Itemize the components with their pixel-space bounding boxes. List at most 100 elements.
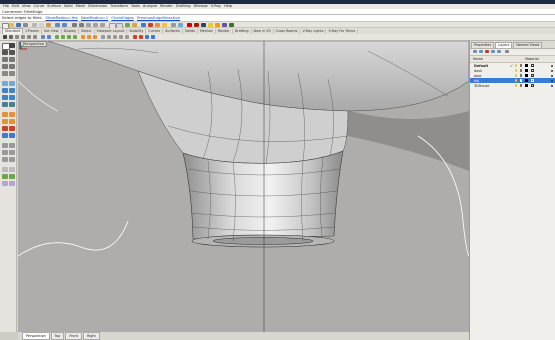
fillet-curve-icon[interactable]	[41, 35, 45, 39]
boolean-union-icon[interactable]	[81, 35, 85, 39]
polygon-tool-icon[interactable]	[9, 71, 15, 76]
move-up-icon[interactable]	[491, 50, 495, 53]
layer-color-swatch[interactable]	[525, 84, 528, 87]
layer-color-swatch[interactable]	[525, 64, 528, 67]
material-swatch[interactable]	[531, 79, 534, 82]
print-icon[interactable]	[23, 23, 28, 27]
vray-render-icon[interactable]	[187, 23, 192, 27]
sphere-tool-icon[interactable]	[9, 88, 15, 93]
analyze-tool-icon[interactable]	[2, 174, 8, 179]
offset-icon[interactable]	[47, 35, 51, 39]
explode-tool-icon[interactable]	[9, 133, 15, 138]
arc-icon[interactable]	[27, 35, 31, 39]
vray-material-icon[interactable]	[222, 23, 227, 27]
vray-lights-icon[interactable]	[208, 23, 213, 27]
properties-icon[interactable]	[132, 23, 137, 27]
visibility-bulb-icon[interactable]	[515, 64, 517, 67]
cylinder-tool-icon[interactable]	[2, 95, 8, 100]
option-previous-edge-selection[interactable]: PreviousEdgeSelection	[137, 15, 180, 20]
rotate-view-icon[interactable]	[79, 23, 84, 27]
ellipse-tool-icon[interactable]	[9, 64, 15, 69]
pan-icon[interactable]	[72, 23, 77, 27]
revolve-icon[interactable]	[67, 35, 71, 39]
fillet-edge-icon[interactable]	[93, 35, 97, 39]
point-tool-icon[interactable]	[9, 43, 15, 48]
column-material[interactable]: Material	[525, 56, 539, 62]
option-show-radius[interactable]: ShowRadius=Yes	[45, 15, 77, 20]
panel-tab-layers[interactable]: Layers	[495, 42, 513, 48]
material-swatch[interactable]	[531, 69, 534, 72]
boolean-tool-icon[interactable]	[9, 119, 15, 124]
polyline-tool-icon[interactable]	[9, 50, 15, 55]
sweep-icon[interactable]	[73, 35, 77, 39]
lock-icon[interactable]	[520, 74, 522, 77]
scale-icon[interactable]	[119, 35, 123, 39]
orient-tool-icon[interactable]	[9, 157, 15, 162]
lock-icon[interactable]	[520, 64, 522, 67]
curve-icon[interactable]	[15, 35, 19, 39]
options-icon[interactable]	[171, 23, 176, 27]
layer-icon[interactable]	[125, 23, 130, 27]
split-tool-icon[interactable]	[9, 126, 15, 131]
help-icon[interactable]	[178, 23, 183, 27]
viewport-tab-top[interactable]: Top	[50, 332, 65, 340]
array-tool-icon[interactable]	[2, 157, 8, 162]
mesh-box-tool-icon[interactable]	[9, 102, 15, 107]
point-icon[interactable]	[3, 35, 7, 39]
extrude-icon[interactable]	[55, 35, 59, 39]
open-folder-icon[interactable]	[9, 23, 14, 27]
arc-tool-icon[interactable]	[2, 64, 8, 69]
vray-options-icon[interactable]	[194, 23, 199, 27]
layer-row-3dhouse[interactable]: 3DHouse	[470, 83, 555, 88]
layer-color-swatch[interactable]	[525, 69, 528, 72]
curve-tool-icon[interactable]	[2, 57, 8, 62]
material-swatch[interactable]	[531, 84, 534, 87]
solid-edit-tool-icon[interactable]	[2, 112, 8, 117]
column-name[interactable]: Name	[470, 56, 511, 62]
material-swatch[interactable]	[531, 74, 534, 77]
scale-tool-icon[interactable]	[2, 150, 8, 155]
shade-icon[interactable]	[141, 23, 146, 27]
option-next-radius[interactable]: NextRadius=1	[81, 15, 108, 20]
zoom-window-icon[interactable]	[93, 23, 98, 27]
perspective-viewport[interactable]: Perspective	[18, 41, 469, 332]
viewport-tab-perspective[interactable]: Perspective	[22, 332, 50, 340]
visibility-bulb-icon[interactable]	[515, 69, 517, 72]
filter-icon[interactable]	[505, 50, 509, 53]
surface-edge-tool-icon[interactable]	[9, 81, 15, 86]
material-icon[interactable]	[155, 23, 160, 27]
vray-proxy-icon[interactable]	[229, 23, 234, 27]
rotate-icon[interactable]	[113, 35, 117, 39]
lock-tool-icon[interactable]	[9, 181, 15, 186]
split-icon[interactable]	[139, 35, 143, 39]
redo-icon[interactable]	[62, 23, 67, 27]
surface-tool-icon[interactable]	[2, 81, 8, 86]
move-tool-icon[interactable]	[2, 143, 8, 148]
delete-layer-icon[interactable]	[485, 50, 489, 53]
curvature-tool-icon[interactable]	[9, 174, 15, 179]
circle-tool-icon[interactable]	[9, 57, 15, 62]
new-layer-icon[interactable]	[473, 50, 477, 53]
viewport-tab-right[interactable]: Right	[82, 332, 100, 340]
loft-icon[interactable]	[61, 35, 65, 39]
option-chain-edges[interactable]: ChainEdges	[111, 15, 133, 20]
explode-icon[interactable]	[151, 35, 155, 39]
copy-object-icon[interactable]	[107, 35, 111, 39]
save-icon[interactable]	[16, 23, 21, 27]
zoom-icon[interactable]	[86, 23, 91, 27]
cone-tool-icon[interactable]	[9, 95, 15, 100]
join-icon[interactable]	[145, 35, 149, 39]
visibility-bulb-icon[interactable]	[515, 79, 517, 82]
fillet-tool-icon[interactable]	[9, 112, 15, 117]
polyline-icon[interactable]	[9, 35, 13, 39]
vray-sun-icon[interactable]	[215, 23, 220, 27]
rotate-tool-icon[interactable]	[9, 143, 15, 148]
line-tool-icon[interactable]	[2, 50, 8, 55]
zoom-extents-icon[interactable]	[100, 23, 105, 27]
model-view[interactable]	[18, 41, 469, 332]
box-tool-icon[interactable]	[2, 88, 8, 93]
join-tool-icon[interactable]	[2, 133, 8, 138]
dimension-tool-icon[interactable]	[2, 167, 8, 172]
lock-icon[interactable]	[520, 69, 522, 72]
undo-icon[interactable]	[55, 23, 60, 27]
